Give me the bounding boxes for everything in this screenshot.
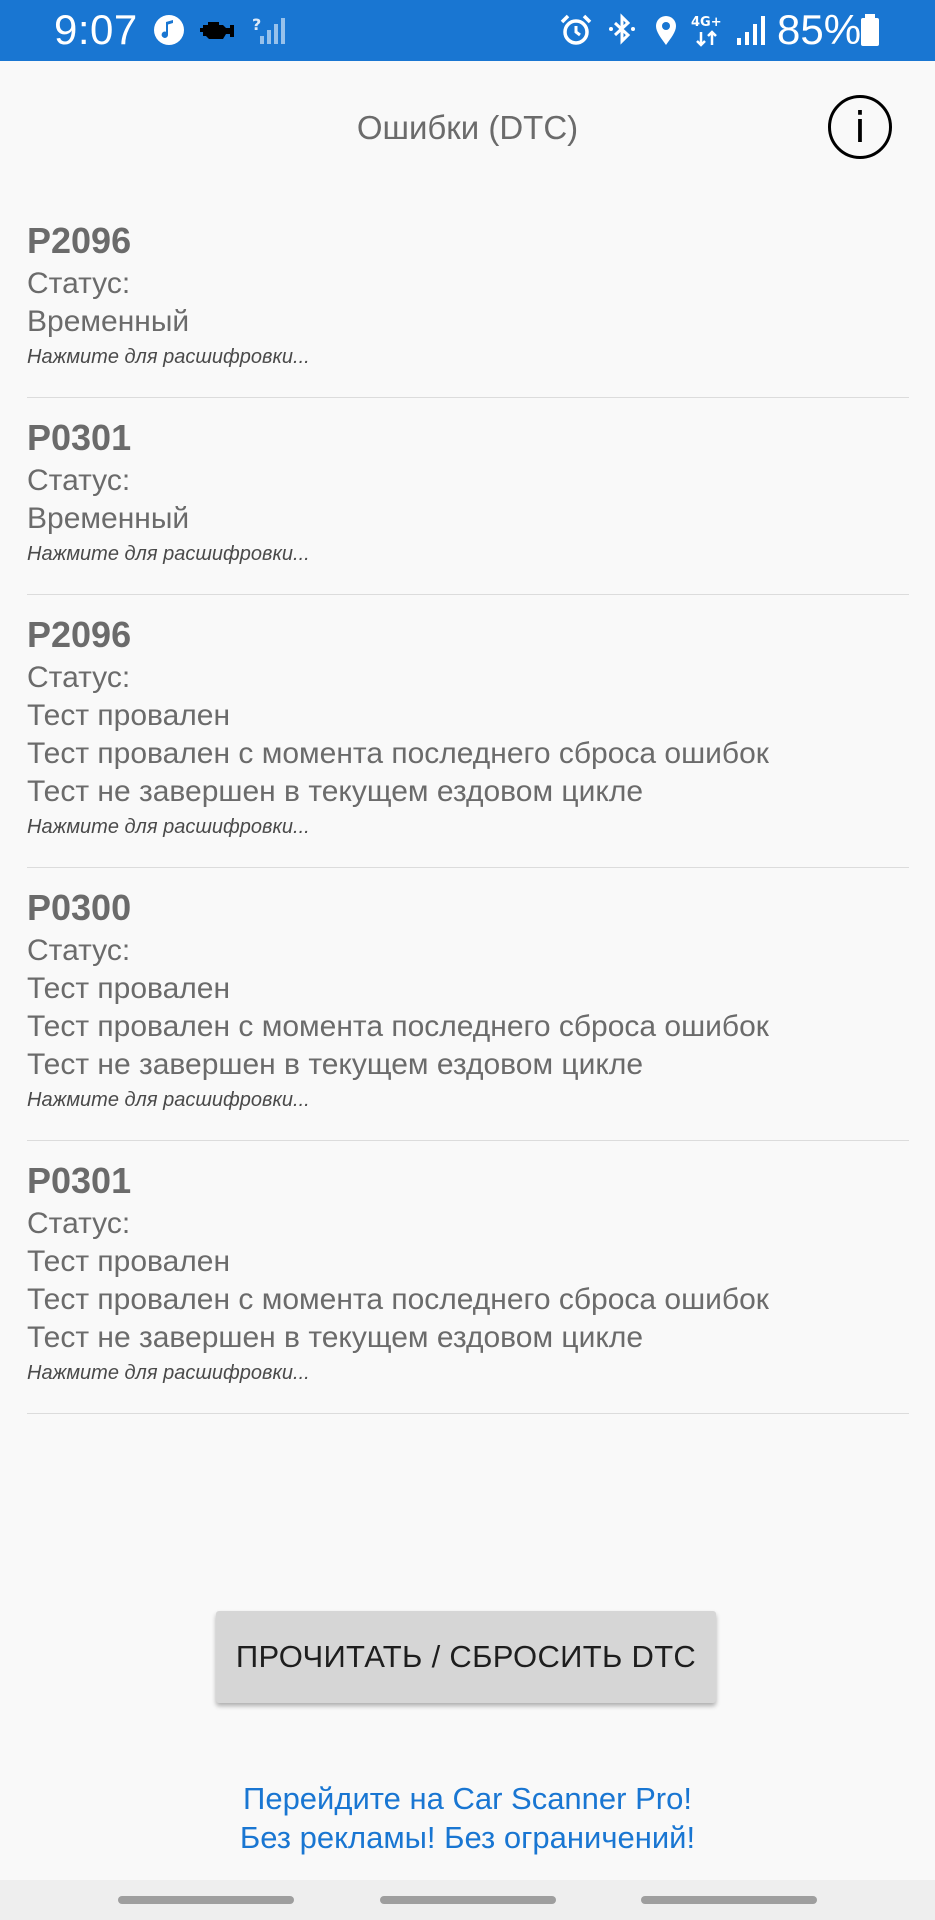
page-title: Ошибки (DTC) [356,109,579,146]
status-bar: 9:07 ? 4G+ 85% [0,0,935,61]
dtc-code: P0301 [27,1160,132,1201]
dtc-code: P2096 [27,220,132,261]
signal-icon [737,16,765,45]
dtc-decode-hint: Нажмите для расшифровки... [27,346,310,368]
battery-icon [861,14,879,46]
svg-text:?: ? [252,15,261,34]
dtc-status-value: Тест провален с момента последнего сброс… [27,1283,769,1316]
dtc-status-label: Статус: [27,934,131,967]
pro-upgrade-link[interactable]: Перейдите на Car Scanner Pro! Без реклам… [0,1779,935,1857]
status-time: 9:07 [54,6,138,53]
dtc-status-value: Тест провален [27,699,231,732]
network-4g-icon: 4G+ [691,15,722,47]
music-note-icon [154,15,184,45]
dtc-status-value: Временный [27,305,190,338]
dtc-item[interactable]: P0301 Статус: Временный Нажмите для расшифр… [27,398,909,595]
home-button[interactable] [380,1896,556,1904]
navigation-bar [0,1880,935,1920]
info-icon: i [854,102,866,152]
battery-percent: 85% [777,6,862,53]
dtc-status-value: Тест провален с момента последнего сброс… [27,1010,769,1043]
dtc-decode-hint: Нажмите для расшифровки... [27,1362,310,1384]
dtc-status-value: Тест провален [27,972,231,1005]
dtc-status-label: Статус: [27,1207,131,1240]
dtc-status-value: Тест провален [27,1245,231,1278]
svg-text:4G+: 4G+ [691,15,722,30]
promo-line-2: Без рекламы! Без ограничений! [239,1820,696,1855]
info-button[interactable]: i [828,95,892,159]
dtc-status-value: Тест не завершен в текущем ездовом цикле [27,1048,644,1081]
bluetooth-icon [609,13,635,45]
dtc-item[interactable]: P0301 Статус: Тест провален Тест провален с… [27,1141,909,1414]
back-button[interactable] [641,1896,817,1904]
dtc-status-value: Временный [27,502,190,535]
dtc-status-label: Статус: [27,267,131,300]
dtc-status-label: Статус: [27,661,131,694]
app-header: Ошибки (DTC) i [0,61,935,201]
dtc-status-value: Тест не завершен в текущем ездовом цикле [27,1321,644,1354]
dtc-code: P2096 [27,614,132,655]
read-reset-dtc-button[interactable]: ПРОЧИТАТЬ / СБРОСИТЬ DTC [216,1611,716,1703]
recent-apps-button[interactable] [118,1896,294,1904]
no-signal-icon: ? [252,15,285,44]
dtc-status-value: Тест не завершен в текущем ездовом цикле [27,775,644,808]
promo-line-1: Перейдите на Car Scanner Pro! [243,1781,692,1816]
dtc-status-label: Статус: [27,464,131,497]
dtc-decode-hint: Нажмите для расшифровки... [27,543,310,565]
dtc-code: P0300 [27,887,132,928]
dtc-item[interactable]: P2096 Статус: Тест провален Тест провален с… [27,595,909,868]
dtc-status-value: Тест провален с момента последнего сброс… [27,737,769,770]
dtc-code: P0301 [27,417,132,458]
dtc-item[interactable]: P2096 Статус: Временный Нажмите для расшифр… [27,201,909,398]
dtc-item[interactable]: P0300 Статус: Тест провален Тест провален с… [27,868,909,1141]
dtc-list: P2096 Статус: Временный Нажмите для расшифр… [27,201,909,1414]
alarm-icon [560,14,592,45]
dtc-decode-hint: Нажмите для расшифровки... [27,1089,310,1111]
location-icon [656,16,676,45]
engine-check-icon [200,22,234,39]
dtc-decode-hint: Нажмите для расшифровки... [27,816,310,838]
